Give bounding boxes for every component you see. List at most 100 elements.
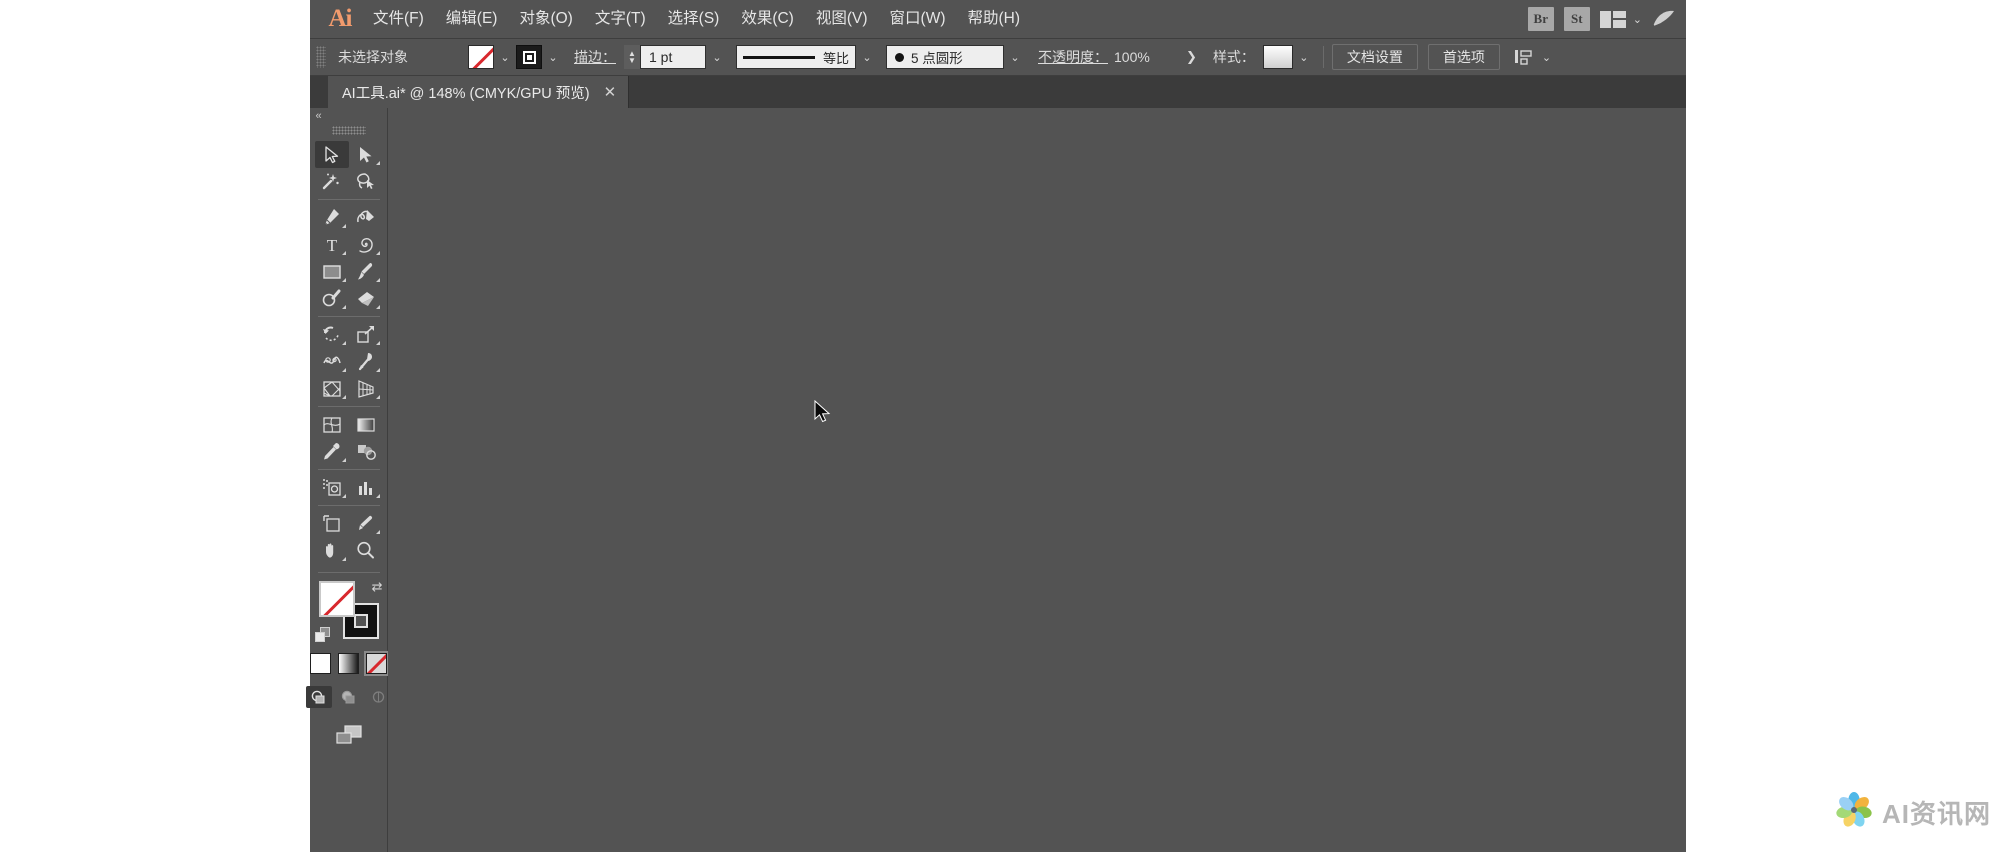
tool-group-transform [315, 321, 383, 402]
direct-selection-tool[interactable] [349, 141, 383, 168]
type-tool[interactable]: T [315, 231, 349, 258]
selection-tool[interactable] [314, 141, 349, 168]
document-tab[interactable]: AI工具.ai* @ 148% (CMYK/GPU 预览) ✕ [328, 76, 630, 108]
document-tab-bar: AI工具.ai* @ 148% (CMYK/GPU 预览) ✕ [310, 76, 1686, 108]
stroke-weight-input[interactable]: 1 pt [640, 45, 706, 69]
draw-behind-button[interactable] [336, 686, 362, 708]
fill-color-swatch[interactable] [468, 45, 494, 69]
draw-normal-button[interactable] [305, 686, 332, 708]
menu-bar: Ai 文件(F) 编辑(E) 对象(O) 文字(T) 选择(S) 效果(C) 视… [310, 0, 1686, 38]
fill-swatch-button[interactable] [318, 581, 355, 617]
gradient-mode-button[interactable] [338, 653, 359, 674]
eraser-tool[interactable] [349, 285, 383, 312]
brush-chevron-down-icon[interactable]: ⌄ [1004, 44, 1026, 70]
workspace-switcher[interactable]: ⌄ [1599, 10, 1642, 28]
artboard-tool[interactable] [315, 510, 349, 537]
tools-divider [317, 572, 380, 573]
menu-window[interactable]: 窗口(W) [879, 5, 957, 33]
variable-width-profile-select[interactable]: 等比 [736, 45, 856, 69]
hand-tool[interactable] [315, 537, 349, 564]
align-objects-control[interactable]: ⌄ [1514, 47, 1551, 67]
opacity-label[interactable]: 不透明度： [1038, 47, 1108, 67]
shaper-pencil-tool[interactable] [315, 285, 349, 312]
stroke-weight-stepper[interactable]: ▲ ▼ [624, 45, 640, 69]
arrow-pointer-cursor [814, 399, 832, 431]
eyedropper-tool[interactable] [315, 438, 349, 465]
curvature-tool[interactable] [349, 204, 383, 231]
stroke-color-swatch[interactable] [516, 45, 542, 69]
pen-tool[interactable] [315, 204, 349, 231]
preferences-button[interactable]: 首选项 [1427, 44, 1500, 70]
tools-divider [317, 505, 380, 506]
collapse-tools-panel-button[interactable]: « [310, 108, 388, 124]
search-stock-icon[interactable] [1652, 8, 1676, 30]
scale-tool[interactable] [349, 321, 383, 348]
shape-builder-tool[interactable] [315, 375, 349, 402]
perspective-grid-tool[interactable] [349, 375, 383, 402]
spiral-tool[interactable] [349, 231, 383, 258]
change-screen-mode-button[interactable] [334, 724, 364, 751]
zoom-tool[interactable] [349, 537, 383, 564]
document-setup-button[interactable]: 文档设置 [1331, 44, 1418, 70]
width-tool[interactable] [315, 348, 349, 375]
svg-text:T: T [326, 236, 337, 255]
document-canvas[interactable] [388, 108, 1686, 852]
menu-type[interactable]: 文字(T) [584, 5, 657, 33]
control-bar-grip[interactable] [316, 46, 326, 68]
menu-view[interactable]: 视图(V) [805, 5, 879, 33]
symbol-sprayer-tool[interactable] [315, 474, 349, 501]
column-graph-tool[interactable] [349, 474, 383, 501]
close-icon[interactable]: ✕ [604, 85, 617, 100]
profile-chevron-down-icon[interactable]: ⌄ [856, 44, 878, 70]
tools-divider [317, 469, 380, 470]
slice-tool[interactable] [349, 510, 383, 537]
rectangle-tool[interactable] [315, 258, 349, 285]
bridge-icon[interactable]: Br [1527, 7, 1554, 31]
fill-swatch-chevron-down-icon[interactable]: ⌄ [494, 44, 516, 70]
stepper-down-icon: ▼ [628, 56, 636, 65]
stroke-weight-label[interactable]: 描边： [574, 47, 616, 67]
color-mode-button[interactable] [310, 653, 331, 674]
rotate-tool[interactable] [315, 321, 349, 348]
selection-status-label: 未选择对象 [338, 49, 408, 65]
none-mode-button[interactable] [364, 651, 389, 676]
opacity-input[interactable]: 100% [1114, 49, 1180, 65]
fill-stroke-controls: ⇄ [314, 579, 383, 643]
menu-object[interactable]: 对象(O) [508, 5, 583, 33]
style-label: 样式： [1212, 49, 1255, 65]
menu-effect[interactable]: 效果(C) [730, 5, 805, 33]
color-mode-buttons [310, 651, 389, 676]
brush-definition-select[interactable]: 5 点圆形 [886, 45, 1004, 69]
menu-help[interactable]: 帮助(H) [956, 5, 1031, 33]
lasso-tool[interactable] [349, 168, 383, 195]
watermark: AI资讯网 [1834, 790, 1991, 835]
tools-divider [317, 406, 380, 407]
opacity-expand-arrow-icon[interactable]: ❯ [1180, 49, 1203, 65]
tools-panel-grip[interactable] [331, 126, 366, 135]
tool-group-selection [314, 141, 383, 195]
gradient-tool[interactable] [349, 411, 383, 438]
tools-panel: « T ⇄ [305, 108, 389, 852]
swap-fill-stroke-icon[interactable]: ⇄ [372, 579, 383, 595]
mesh-tool[interactable] [315, 411, 349, 438]
align-objects-icon [1514, 50, 1532, 65]
tool-group-symbols [315, 474, 383, 501]
blend-tool[interactable] [349, 438, 383, 465]
stroke-swatch-chevron-down-icon[interactable]: ⌄ [542, 44, 564, 70]
menu-edit[interactable]: 编辑(E) [435, 5, 509, 33]
stock-icon[interactable]: St [1563, 7, 1590, 31]
menu-bar-right-tools: Br St ⌄ [1527, 0, 1680, 38]
menu-file[interactable]: 文件(F) [362, 5, 435, 33]
magic-wand-tool[interactable] [315, 168, 349, 195]
tools-divider [317, 316, 380, 317]
stroke-weight-chevron-down-icon[interactable]: ⌄ [706, 44, 728, 70]
free-transform-tool[interactable] [349, 348, 383, 375]
graphic-style-swatch[interactable] [1262, 45, 1293, 69]
align-chevron-down-icon: ⌄ [1541, 51, 1552, 64]
default-fill-stroke-icon[interactable] [314, 627, 331, 643]
paintbrush-tool[interactable] [349, 258, 383, 285]
style-chevron-down-icon[interactable]: ⌄ [1293, 44, 1315, 70]
stroke-profile-line-icon [743, 55, 815, 59]
illustrator-window: Ai 文件(F) 编辑(E) 对象(O) 文字(T) 选择(S) 效果(C) 视… [305, 0, 1686, 852]
menu-select[interactable]: 选择(S) [657, 5, 731, 33]
